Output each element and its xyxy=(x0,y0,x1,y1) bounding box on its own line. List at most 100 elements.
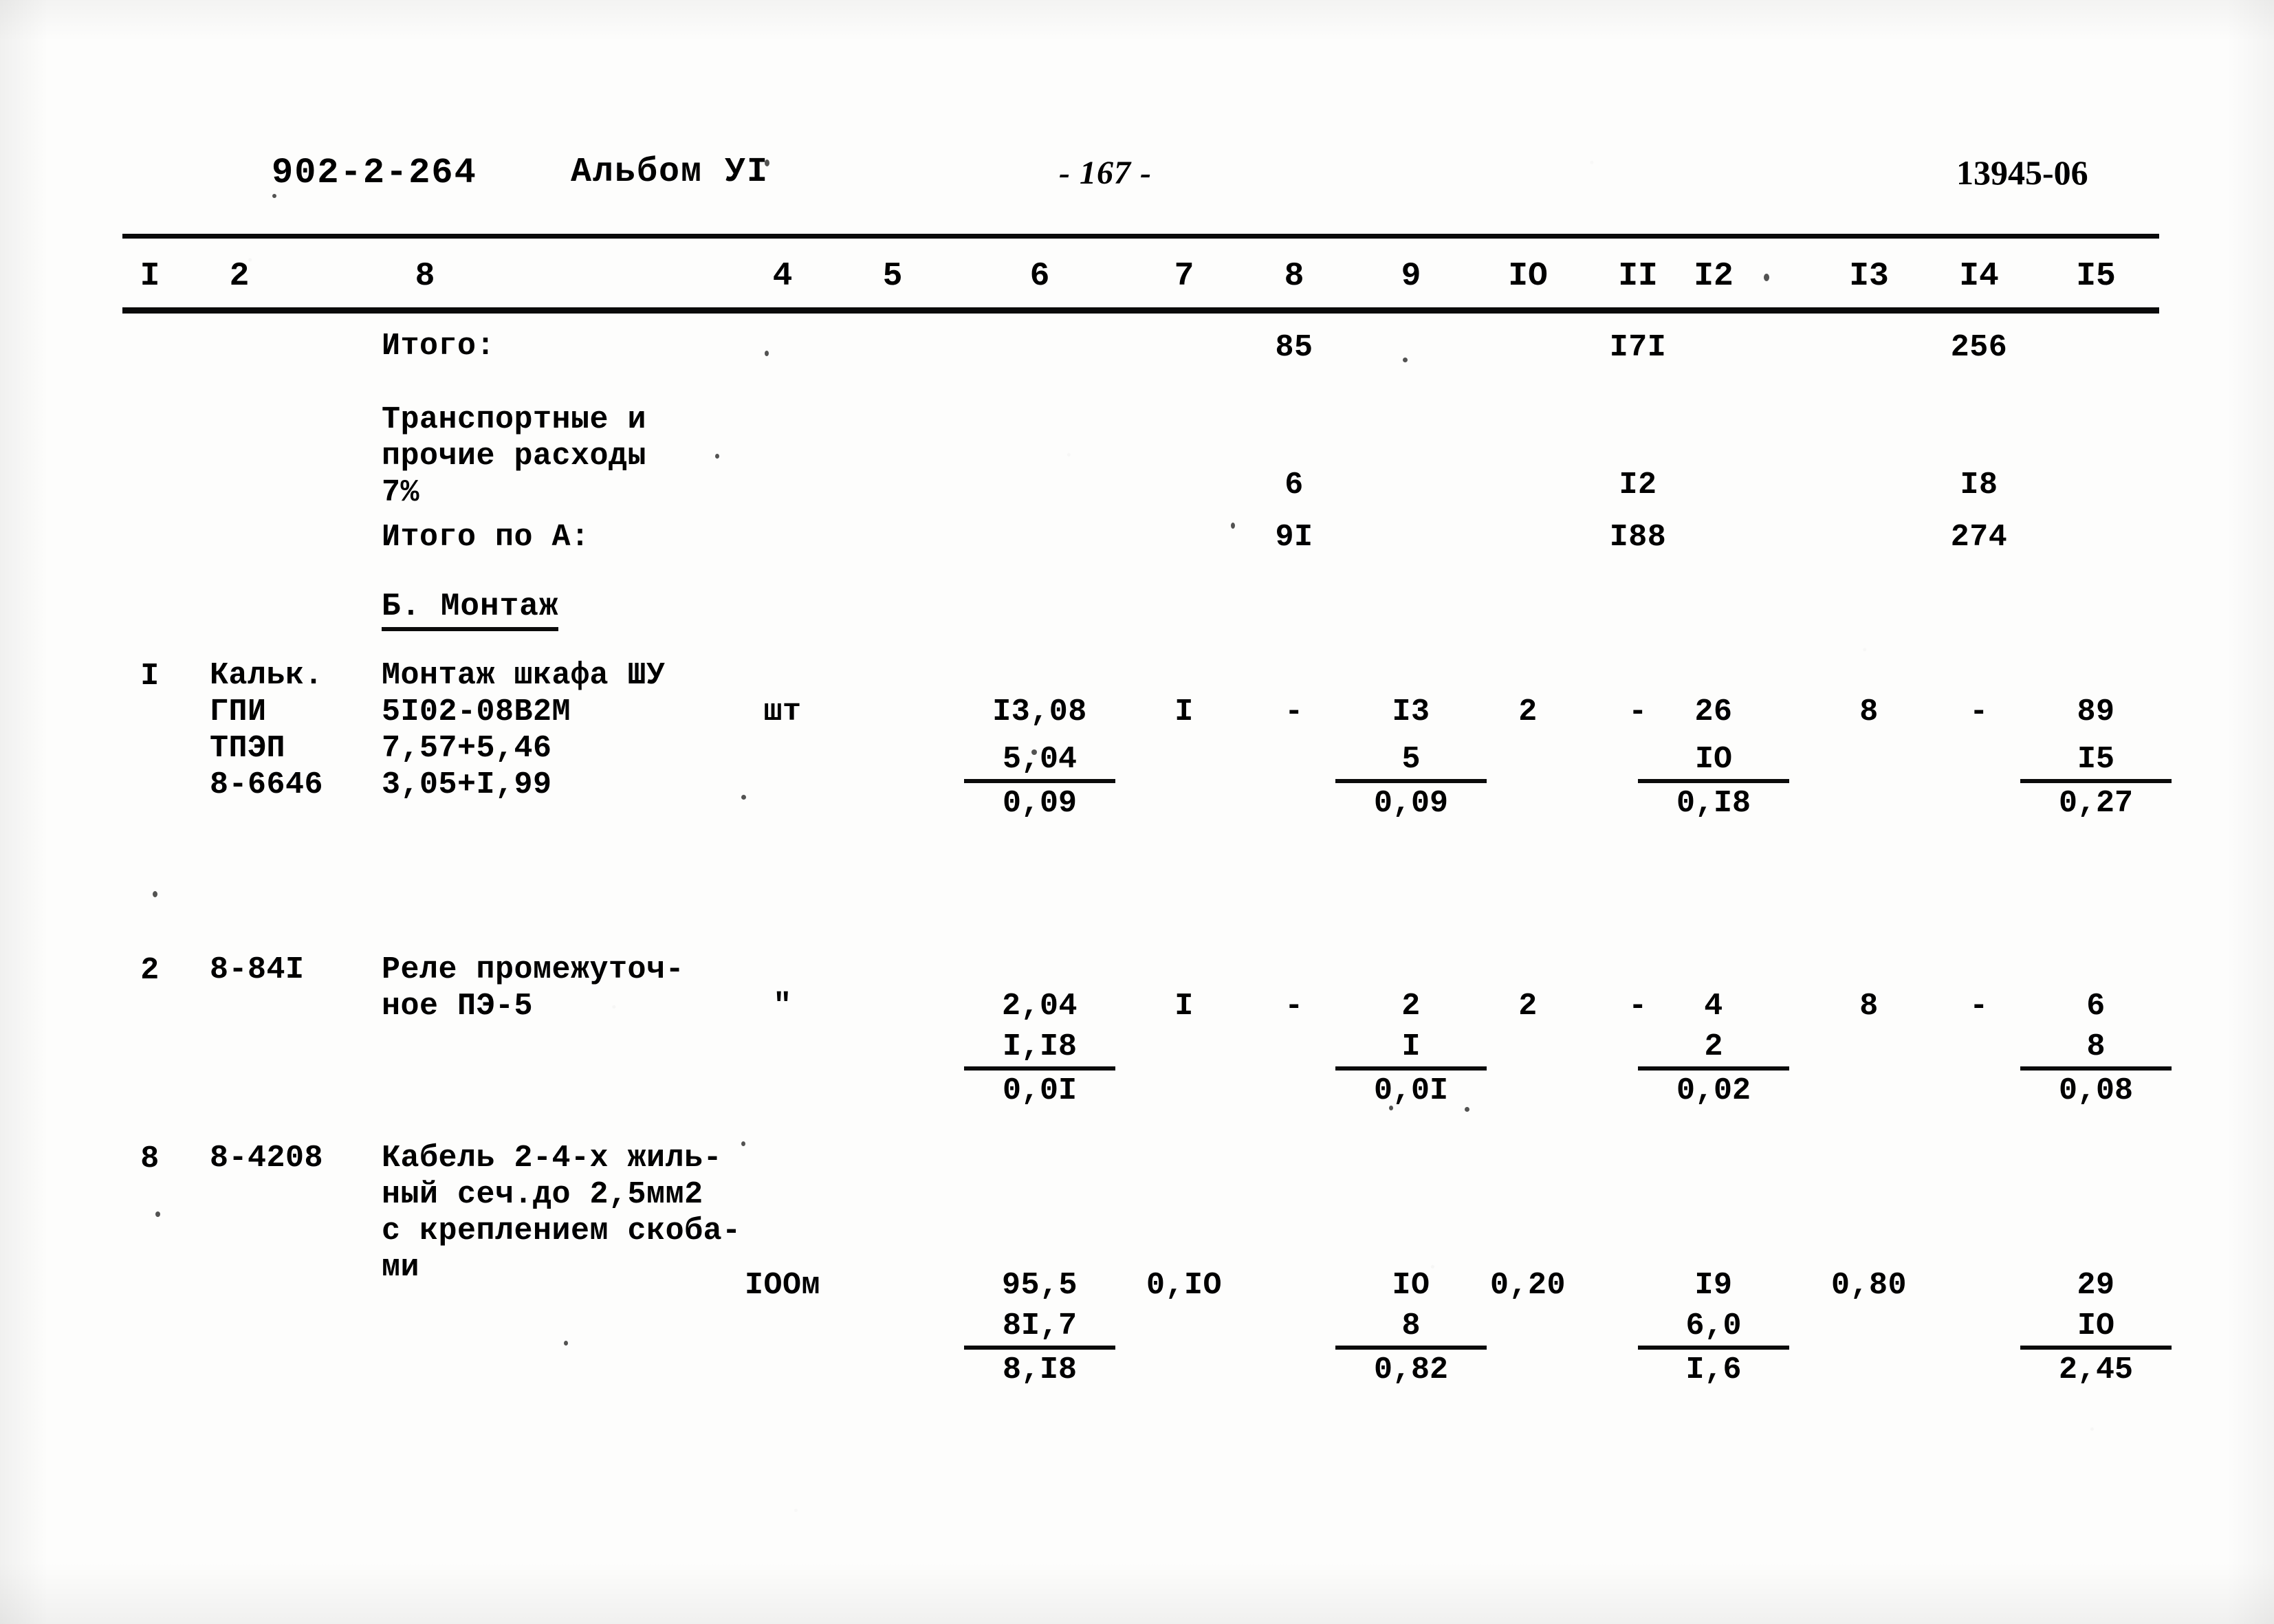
row-fraction-col15: 8 0,08 xyxy=(2020,1029,2172,1110)
row-fraction-col12-numerator: IO xyxy=(1638,741,1789,783)
row-value-col6: I3,08 xyxy=(992,694,1087,729)
scanned-page: 902-2-264 Альбом УI - 167 - 13945-06 I28… xyxy=(0,0,2274,1624)
row-fraction-col6-denominator: 8,I8 xyxy=(1002,1352,1078,1387)
column-header-15: I5 xyxy=(2076,258,2116,295)
row-item-name: Реле промежуточ-ное ПЭ-5 xyxy=(382,952,684,1024)
column-header-10: IO xyxy=(1508,258,1548,295)
row-value-col15: 6 xyxy=(2086,989,2106,1024)
summary-label-transport-line: прочие расходы xyxy=(382,439,647,474)
row-fraction-col6-numerator: 5,04 xyxy=(964,741,1115,783)
summary-label-total: Итого: xyxy=(382,329,496,364)
scan-speck xyxy=(765,351,769,356)
row-value-col12: 26 xyxy=(1694,694,1733,729)
row-fraction-col9: 8 0,82 xyxy=(1335,1308,1487,1389)
row-fraction-col15: I5 0,27 xyxy=(2020,741,2172,822)
row-item-name-line: ный сеч.до 2,5мм2 xyxy=(382,1177,703,1212)
scan-speck xyxy=(1389,1106,1393,1110)
column-header-4: 4 xyxy=(772,258,793,295)
row-item-name-line: ми xyxy=(382,1250,420,1285)
row-fraction-col6-denominator: 0,09 xyxy=(1002,786,1078,821)
sheet-code: 13945-06 xyxy=(1956,153,2088,192)
scan-speck xyxy=(1231,523,1235,529)
row-value-col7: 0,IO xyxy=(1146,1268,1223,1303)
row-unit: " xyxy=(773,989,792,1024)
summary-total-c14: 256 xyxy=(1950,330,2008,365)
row-value-col12: 4 xyxy=(1704,989,1723,1024)
row-justification-code-line: ГПИ xyxy=(210,694,267,729)
row-item-name-line: ное ПЭ-5 xyxy=(382,989,534,1024)
header-rule-top xyxy=(122,234,2159,239)
row-number: 8 xyxy=(140,1141,160,1176)
summary-transport-c14: I8 xyxy=(1960,468,1998,503)
header-rule-bottom xyxy=(122,307,2159,314)
row-justification-code: 8-4208 xyxy=(210,1141,324,1176)
album-label: Альбом УI xyxy=(571,153,769,192)
scan-speck xyxy=(765,160,769,166)
summary-total-c11: I7I xyxy=(1609,330,1667,365)
row-fraction-col12: 6,0 I,6 xyxy=(1638,1308,1789,1389)
row-item-name-line: Реле промежуточ- xyxy=(382,952,685,987)
scan-speck xyxy=(715,454,719,459)
column-header-5: 5 xyxy=(882,258,903,295)
row-fraction-col12: IO 0,I8 xyxy=(1638,741,1789,822)
summary-label-total-a: Итого по А: xyxy=(382,520,590,555)
table-body: Итого: 85 I7I 256 Транспортные и прочие расхо… xyxy=(0,314,2274,1624)
column-header-9: 9 xyxy=(1401,258,1421,295)
row-value-col10: 0,20 xyxy=(1489,1268,1566,1303)
row-item-name-line: Монтаж шкафа ШУ xyxy=(382,658,666,693)
section-heading-montage: Б. Монтаж xyxy=(382,589,559,631)
row-fraction-col15-denominator: 2,45 xyxy=(2058,1352,2134,1387)
column-header-1: I xyxy=(140,258,160,295)
row-fraction-col9-denominator: 0,0I xyxy=(1373,1073,1449,1108)
scan-speck xyxy=(272,194,276,198)
scan-speck xyxy=(741,1141,745,1146)
column-header-row: I 2 8 4 5 6 7 8 9 IO II I2 I3 I4 I5 xyxy=(0,258,2274,306)
page-header: 902-2-264 Альбом УI - 167 - 13945-06 xyxy=(0,153,2274,215)
column-header-8: 8 xyxy=(1284,258,1304,295)
row-fraction-col9-numerator: 5 xyxy=(1335,741,1487,783)
scan-speck xyxy=(1403,358,1408,362)
row-value-col15: 29 xyxy=(2077,1268,2115,1303)
row-justification-code: Кальк. ГПИ ТПЭП 8-6646 xyxy=(210,657,323,803)
scan-speck xyxy=(155,1211,160,1217)
row-item-name-line: с креплением скоба- xyxy=(382,1214,741,1249)
row-value-col15: 89 xyxy=(2077,694,2115,729)
row-fraction-col9: 5 0,09 xyxy=(1335,741,1487,822)
row-value-col13: 0,80 xyxy=(1830,1268,1907,1303)
row-value-col6: 2,04 xyxy=(1001,989,1078,1024)
row-fraction-col15-denominator: 0,08 xyxy=(2058,1073,2134,1108)
row-fraction-col12-denominator: 0,I8 xyxy=(1676,786,1751,821)
row-fraction-col15: IO 2,45 xyxy=(2020,1308,2172,1389)
column-header-13: I3 xyxy=(1849,258,1889,295)
row-item-name: Кабель 2-4-х жиль-ный сеч.до 2,5мм2 с кре… xyxy=(382,1140,741,1286)
scan-speck xyxy=(741,795,746,800)
row-fraction-col9-numerator: I xyxy=(1335,1029,1487,1071)
row-fraction-col6-numerator: 8I,7 xyxy=(964,1308,1115,1350)
row-item-name: Монтаж шкафа ШУ 5I02-08B2M 7,57+5,46 3,05+I… xyxy=(382,657,666,803)
column-header-12: I2 xyxy=(1694,258,1734,295)
row-fraction-col6: 8I,7 8,I8 xyxy=(964,1308,1115,1389)
row-value-col6: 95,5 xyxy=(1001,1268,1078,1303)
summary-total-a-c8: 9I xyxy=(1275,520,1313,555)
row-item-name-line: 7,57+5,46 xyxy=(382,731,552,766)
row-justification-code-line: ТПЭП xyxy=(210,731,286,766)
column-header-2: 2 xyxy=(229,258,250,295)
row-fraction-col12: 2 0,02 xyxy=(1638,1029,1789,1110)
row-fraction-col9-denominator: 0,82 xyxy=(1373,1352,1449,1387)
row-fraction-col12-numerator: 2 xyxy=(1638,1029,1789,1071)
row-fraction-col15-numerator: IO xyxy=(2020,1308,2172,1350)
scan-speck xyxy=(564,1341,568,1346)
summary-total-a-c11: I88 xyxy=(1609,520,1667,555)
column-header-14: I4 xyxy=(1959,258,1999,295)
column-header-6: 6 xyxy=(1029,258,1050,295)
row-fraction-col9-numerator: 8 xyxy=(1335,1308,1487,1350)
row-item-name-line: Кабель 2-4-х жиль- xyxy=(382,1141,723,1176)
summary-label-transport-line: 7% xyxy=(382,475,420,510)
row-justification-code-line: 8-6646 xyxy=(210,767,324,802)
row-fraction-col9-denominator: 0,09 xyxy=(1373,786,1449,821)
row-unit: IOOм xyxy=(744,1268,821,1303)
row-fraction-col12-denominator: 0,02 xyxy=(1676,1073,1751,1108)
row-value-col12: I9 xyxy=(1694,1268,1733,1303)
column-header-11: II xyxy=(1618,258,1658,295)
page-number: - 167 - xyxy=(1059,155,1152,191)
